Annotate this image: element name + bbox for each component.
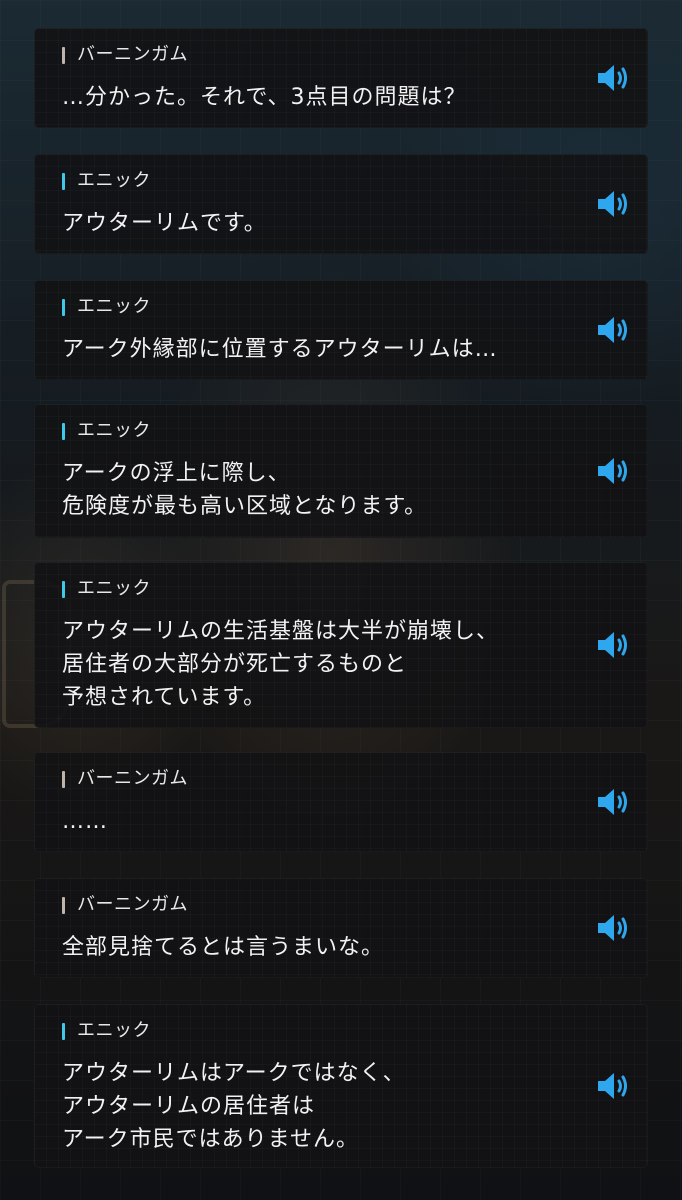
dialogue-line: アークの浮上に際し、 (62, 461, 291, 486)
speaker-marker (62, 1022, 65, 1040)
speaker-row: エニック (62, 578, 151, 600)
voice-replay-button[interactable] (596, 1071, 634, 1101)
speaker-row: エニック (62, 420, 151, 442)
speaker-marker (62, 172, 65, 190)
speaker-row: エニック (62, 1020, 151, 1042)
voice-replay-button[interactable] (596, 630, 634, 660)
dialogue-line: 予想されています。 (62, 685, 267, 710)
dialogue-line: アウターリムです。 (62, 211, 267, 236)
log-entry: バーニンガム …… (34, 752, 648, 852)
speaker-name: バーニンガム (77, 44, 188, 65)
dialogue-line: …分かった。それで、3点目の問題は？ (62, 85, 467, 110)
speaker-marker (62, 896, 65, 914)
dialogue-line: アーク外縁部に位置するアウターリムは… (62, 337, 498, 362)
dialogue-text: アークの浮上に際し、 危険度が最も高い区域となります。 (62, 457, 572, 523)
dialogue-line: アウターリムの居住者は (62, 1094, 316, 1119)
log-entry: バーニンガム …分かった。それで、3点目の問題は？ (34, 28, 648, 128)
speaker-volume-icon (598, 65, 627, 91)
speaker-row: エニック (62, 170, 151, 192)
dialogue-text: アウターリムはアークではなく、 アウターリムの居住者は アーク市民ではありません… (62, 1057, 572, 1156)
dialogue-line: …… (62, 809, 108, 834)
log-entry: エニック アウターリムです。 (34, 154, 648, 254)
dialogue-text: アウターリムの生活基盤は大半が崩壊し、 居住者の大部分が死亡するものと 予想され… (62, 615, 572, 714)
dialogue-line: アーク市民ではありません。 (62, 1127, 360, 1152)
voice-replay-button[interactable] (596, 189, 634, 219)
voice-replay-button[interactable] (596, 787, 634, 817)
dialogue-line: アウターリムの生活基盤は大半が崩壊し、 (62, 619, 500, 644)
dialogue-line: 居住者の大部分が死亡するものと (62, 652, 408, 677)
speaker-row: バーニンガム (62, 768, 188, 790)
dialogue-text: アウターリムです。 (62, 207, 572, 240)
speaker-name: エニック (77, 170, 151, 191)
dialogue-text: …分かった。それで、3点目の問題は？ (62, 81, 572, 114)
speaker-row: バーニンガム (62, 44, 188, 66)
speaker-volume-icon (598, 632, 627, 658)
log-entry: エニック アーク外縁部に位置するアウターリムは… (34, 280, 648, 380)
speaker-volume-icon (598, 915, 627, 941)
speaker-name: エニック (77, 1020, 151, 1041)
speaker-row: バーニンガム (62, 894, 188, 916)
dialogue-line: アウターリムはアークではなく、 (62, 1061, 406, 1086)
voice-replay-button[interactable] (596, 456, 634, 486)
speaker-name: エニック (77, 296, 151, 317)
speaker-name: エニック (77, 578, 151, 599)
voice-replay-button[interactable] (596, 315, 634, 345)
dialogue-text: アーク外縁部に位置するアウターリムは… (62, 333, 572, 366)
speaker-name: バーニンガム (77, 894, 188, 915)
speaker-marker (62, 46, 65, 64)
speaker-volume-icon (598, 1073, 627, 1099)
speaker-volume-icon (598, 458, 627, 484)
log-entry: エニック アウターリムの生活基盤は大半が崩壊し、 居住者の大部分が死亡するものと… (34, 562, 648, 728)
voice-replay-button[interactable] (596, 63, 634, 93)
speaker-marker (62, 770, 65, 788)
speaker-volume-icon (598, 789, 627, 815)
log-entry: エニック アウターリムはアークではなく、 アウターリムの居住者は アーク市民では… (34, 1004, 648, 1168)
speaker-volume-icon (598, 191, 627, 217)
speaker-marker (62, 580, 65, 598)
speaker-marker (62, 298, 65, 316)
speaker-name: バーニンガム (77, 768, 188, 789)
voice-replay-button[interactable] (596, 913, 634, 943)
dialogue-line: 全部見捨てるとは言うまいな。 (62, 935, 385, 960)
speaker-volume-icon (598, 317, 627, 343)
log-entry: バーニンガム 全部見捨てるとは言うまいな。 (34, 878, 648, 978)
speaker-row: エニック (62, 296, 151, 318)
dialogue-text: …… (62, 805, 572, 838)
dialogue-text: 全部見捨てるとは言うまいな。 (62, 931, 572, 964)
log-entry: エニック アークの浮上に際し、 危険度が最も高い区域となります。 (34, 404, 648, 538)
speaker-name: エニック (77, 420, 151, 441)
dialogue-line: 危険度が最も高い区域となります。 (62, 494, 428, 519)
speaker-marker (62, 422, 65, 440)
